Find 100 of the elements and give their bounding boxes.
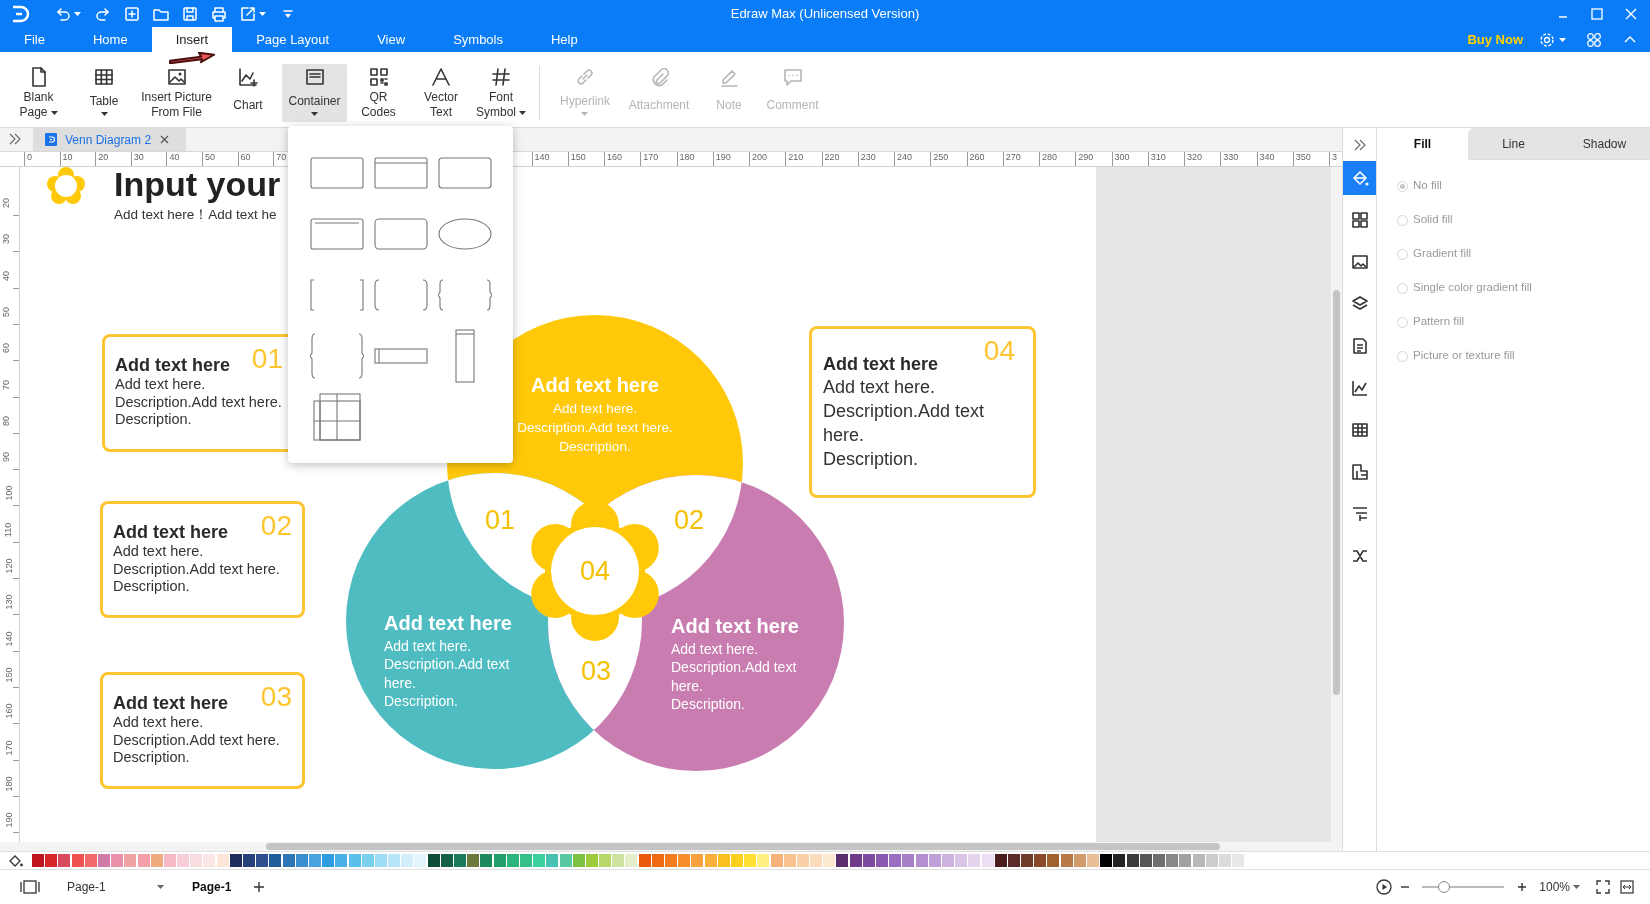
- color-swatch[interactable]: [876, 854, 888, 867]
- scrollbar[interactable]: [0, 842, 1342, 851]
- rectangle-icon[interactable]: [438, 156, 492, 189]
- color-swatch[interactable]: [137, 854, 150, 867]
- layers-icon[interactable]: [1350, 295, 1369, 313]
- color-swatch[interactable]: [1192, 854, 1205, 867]
- color-swatch[interactable]: [269, 854, 282, 867]
- color-swatch[interactable]: [955, 854, 968, 867]
- color-swatch[interactable]: [177, 854, 190, 867]
- color-swatch[interactable]: [243, 854, 255, 867]
- zoom-in-icon[interactable]: [1517, 882, 1528, 892]
- page-select[interactable]: Page-1: [64, 878, 164, 896]
- color-swatch[interactable]: [691, 854, 704, 867]
- paint-bucket-icon[interactable]: [1350, 169, 1369, 187]
- color-swatch[interactable]: [744, 854, 757, 867]
- fit-page-icon[interactable]: [1620, 880, 1634, 894]
- color-swatch[interactable]: [783, 854, 796, 867]
- color-swatch[interactable]: [612, 854, 625, 867]
- color-swatch[interactable]: [1126, 854, 1139, 867]
- menu-tab[interactable]: Help: [527, 27, 602, 52]
- color-swatch[interactable]: [678, 854, 691, 867]
- color-swatch[interactable]: [823, 854, 836, 867]
- color-swatch[interactable]: [45, 854, 58, 867]
- chart-icon[interactable]: [1350, 379, 1369, 397]
- brace-icon[interactable]: [310, 332, 364, 379]
- color-swatch[interactable]: [467, 854, 480, 867]
- color-swatch[interactable]: [506, 854, 519, 867]
- color-swatch[interactable]: [427, 854, 440, 867]
- color-swatch[interactable]: [1179, 854, 1192, 867]
- color-swatch[interactable]: [216, 854, 229, 867]
- color-swatch[interactable]: [361, 854, 374, 867]
- color-swatch[interactable]: [638, 854, 651, 867]
- color-swatch[interactable]: [335, 854, 348, 867]
- color-swatch[interactable]: [58, 854, 71, 867]
- color-swatch[interactable]: [414, 854, 427, 867]
- color-swatch[interactable]: [111, 854, 124, 867]
- qr-codes-button[interactable]: QR Codes: [347, 64, 410, 122]
- bracket-icon[interactable]: [310, 278, 364, 311]
- color-swatch[interactable]: [295, 854, 308, 867]
- color-swatch[interactable]: [625, 854, 638, 867]
- color-swatch[interactable]: [968, 854, 981, 867]
- menu-tab[interactable]: Home: [68, 27, 152, 52]
- table-icon[interactable]: [1350, 421, 1369, 439]
- color-swatch[interactable]: [559, 854, 572, 867]
- ellipse-icon[interactable]: [438, 217, 492, 250]
- color-swatch[interactable]: [928, 854, 941, 867]
- color-swatch[interactable]: [651, 854, 664, 867]
- bar-icon[interactable]: [374, 347, 428, 364]
- container-button[interactable]: Container: [282, 64, 347, 122]
- apps-icon[interactable]: [1586, 31, 1602, 48]
- new-file-icon[interactable]: [123, 4, 141, 23]
- color-swatch[interactable]: [1139, 854, 1152, 867]
- list-icon[interactable]: [1350, 337, 1369, 355]
- color-swatch[interactable]: [1232, 854, 1245, 867]
- scrollbar-thumb[interactable]: [1333, 290, 1340, 695]
- app-logo-icon[interactable]: [10, 3, 30, 24]
- scrollbar-thumb[interactable]: [266, 843, 1220, 850]
- settings-icon[interactable]: [1539, 31, 1555, 48]
- floor-plan-icon[interactable]: [1350, 463, 1369, 481]
- color-swatch[interactable]: [981, 854, 994, 867]
- shuffle-icon[interactable]: [1350, 547, 1369, 565]
- brace-icon[interactable]: [438, 278, 492, 311]
- color-swatch[interactable]: [730, 854, 743, 867]
- color-swatch[interactable]: [533, 854, 546, 867]
- color-swatch[interactable]: [704, 854, 717, 867]
- panel-tab[interactable]: Line: [1468, 128, 1559, 160]
- color-swatch[interactable]: [665, 854, 677, 867]
- color-swatch[interactable]: [480, 854, 493, 867]
- menu-tab[interactable]: View: [353, 27, 430, 52]
- color-swatch[interactable]: [84, 854, 97, 867]
- menu-tab[interactable]: File: [0, 27, 69, 52]
- menu-tab[interactable]: Page Layout: [232, 27, 354, 52]
- column-icon[interactable]: [455, 328, 475, 383]
- grid-icon[interactable]: [1350, 211, 1369, 229]
- color-swatch[interactable]: [796, 854, 809, 867]
- color-swatch[interactable]: [348, 854, 361, 867]
- color-swatch[interactable]: [1205, 854, 1218, 867]
- color-swatch[interactable]: [322, 854, 335, 867]
- color-swatch[interactable]: [770, 854, 783, 867]
- print-icon[interactable]: [210, 4, 228, 23]
- color-swatch[interactable]: [519, 854, 532, 867]
- titled-rectangle-icon[interactable]: [374, 156, 428, 189]
- color-swatch[interactable]: [1100, 854, 1113, 867]
- color-swatch[interactable]: [1047, 854, 1060, 867]
- color-swatch[interactable]: [1073, 854, 1086, 867]
- add-page-icon[interactable]: [253, 881, 266, 893]
- save-icon[interactable]: [181, 4, 199, 23]
- color-swatch[interactable]: [572, 854, 585, 867]
- color-swatch[interactable]: [124, 854, 137, 867]
- parenthesis-icon[interactable]: [374, 278, 428, 311]
- color-swatch[interactable]: [32, 854, 44, 867]
- rectangle-icon[interactable]: [310, 156, 364, 189]
- color-swatch[interactable]: [599, 854, 612, 867]
- color-swatch[interactable]: [546, 854, 559, 867]
- color-swatch[interactable]: [941, 854, 954, 867]
- color-swatch[interactable]: [1021, 854, 1034, 867]
- fullscreen-icon[interactable]: [1596, 880, 1610, 894]
- color-swatch[interactable]: [1087, 854, 1099, 867]
- panel-tab[interactable]: Shadow: [1559, 128, 1650, 160]
- close-icon[interactable]: [160, 135, 169, 144]
